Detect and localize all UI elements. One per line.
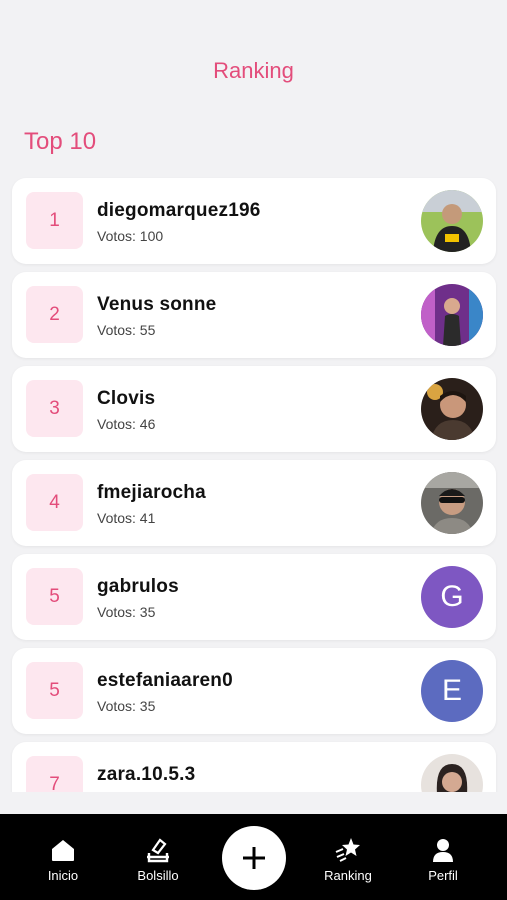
bottom-tab-bar: Inicio Bolsillo Ranking Perfil — [0, 814, 507, 900]
avatar[interactable] — [421, 378, 483, 440]
add-button[interactable] — [222, 826, 286, 890]
tab-ranking[interactable]: Ranking — [303, 836, 393, 883]
vote-count: Votos: 55 — [97, 322, 156, 338]
home-icon — [52, 840, 74, 861]
rank-badge: 7 — [26, 756, 83, 792]
vote-count: Votos: 100 — [97, 228, 164, 244]
user-name: Clovis — [97, 388, 156, 409]
user-icon — [433, 839, 453, 862]
plus-icon — [243, 847, 265, 869]
rank-badge: 3 — [26, 380, 83, 437]
avatar-letter[interactable]: E — [421, 660, 483, 722]
ranking-card[interactable]: 1 diegomarquez196 Votos: 100 — [12, 178, 496, 264]
user-name: estefaniaaren0 — [97, 670, 233, 691]
user-name: diegomarquez196 — [97, 200, 261, 221]
avatar-letter[interactable]: G — [421, 566, 483, 628]
vote-count: Votos: 41 — [97, 510, 156, 526]
rank-badge: 5 — [26, 662, 83, 719]
rank-badge: 1 — [26, 192, 83, 249]
user-name: zara.10.5.3 — [97, 764, 196, 785]
user-name: gabrulos — [97, 576, 179, 597]
photo-avatar-icon — [421, 472, 483, 534]
vote-count: Votos: 46 — [97, 416, 156, 432]
vote-count: Votos: 35 — [97, 604, 156, 620]
ranking-card[interactable]: 2 Venus sonne Votos: 55 — [12, 272, 496, 358]
ranking-card[interactable]: 4 fmejiarocha Votos: 41 — [12, 460, 496, 546]
rank-badge: 5 — [26, 568, 83, 625]
rank-badge: 2 — [26, 286, 83, 343]
avatar[interactable] — [421, 190, 483, 252]
ranking-screen: Ranking Top 10 1 diegomarquez196 Votos: … — [0, 0, 507, 900]
tab-bolsillo[interactable]: Bolsillo — [113, 836, 203, 883]
avatar[interactable] — [421, 472, 483, 534]
avatar[interactable] — [421, 284, 483, 346]
photo-avatar-icon — [421, 190, 483, 252]
star-ranking-icon — [335, 838, 360, 862]
list-bottom-spacer — [0, 792, 507, 814]
photo-avatar-icon — [421, 378, 483, 440]
user-name: fmejiarocha — [97, 482, 206, 503]
tab-label: Bolsillo — [137, 868, 179, 883]
vote-count: Votos: 35 — [97, 698, 156, 714]
vote-box-icon — [147, 838, 169, 863]
tab-perfil[interactable]: Perfil — [398, 836, 488, 883]
tab-inicio[interactable]: Inicio — [18, 836, 108, 883]
tab-label: Ranking — [324, 868, 372, 883]
ranking-list[interactable]: 1 diegomarquez196 Votos: 100 2 Venus son… — [0, 176, 507, 792]
ranking-card[interactable]: 5 estefaniaaren0 Votos: 35 E — [12, 648, 496, 734]
ranking-card[interactable]: 3 Clovis Votos: 46 — [12, 366, 496, 452]
tab-label: Perfil — [428, 868, 458, 883]
tab-label: Inicio — [47, 868, 79, 883]
photo-avatar-icon — [421, 284, 483, 346]
page-title: Ranking — [213, 58, 294, 83]
ranking-card[interactable]: 7 zara.10.5.3 — [12, 742, 496, 792]
photo-avatar-icon — [421, 754, 483, 792]
section-title: Top 10 — [24, 128, 97, 155]
user-name: Venus sonne — [97, 294, 217, 315]
ranking-card[interactable]: 5 gabrulos Votos: 35 G — [12, 554, 496, 640]
avatar[interactable] — [421, 754, 483, 792]
rank-badge: 4 — [26, 474, 83, 531]
